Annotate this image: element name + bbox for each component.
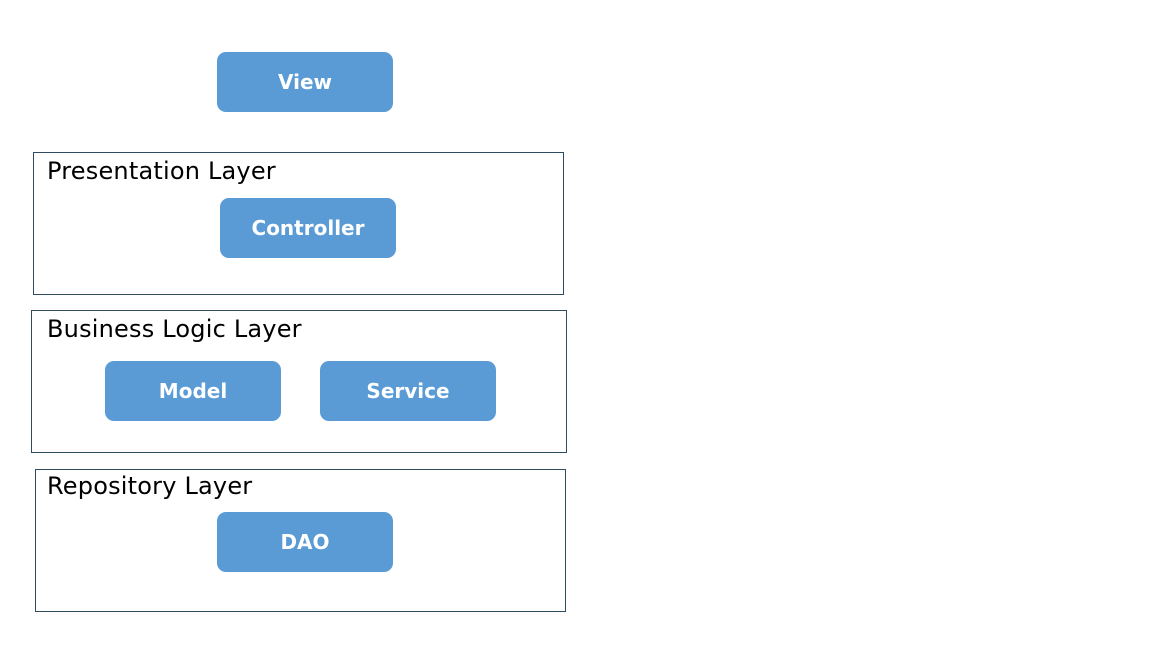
presentation-layer: Presentation Layer Controller [33,152,564,295]
model-box: Model [105,361,281,421]
business-logic-layer: Business Logic Layer Model Service [31,310,567,453]
model-label: Model [158,379,228,403]
repository-layer: Repository Layer DAO [35,469,566,612]
controller-label: Controller [251,216,365,240]
presentation-layer-title: Presentation Layer [47,157,276,185]
controller-box: Controller [220,198,396,258]
view-label: View [277,70,333,94]
repository-layer-title: Repository Layer [47,472,253,500]
view-box: View [217,52,393,112]
business-logic-layer-title: Business Logic Layer [47,315,302,343]
service-label: Service [366,379,450,403]
dao-label: DAO [280,530,330,554]
dao-box: DAO [217,512,393,572]
service-box: Service [320,361,496,421]
